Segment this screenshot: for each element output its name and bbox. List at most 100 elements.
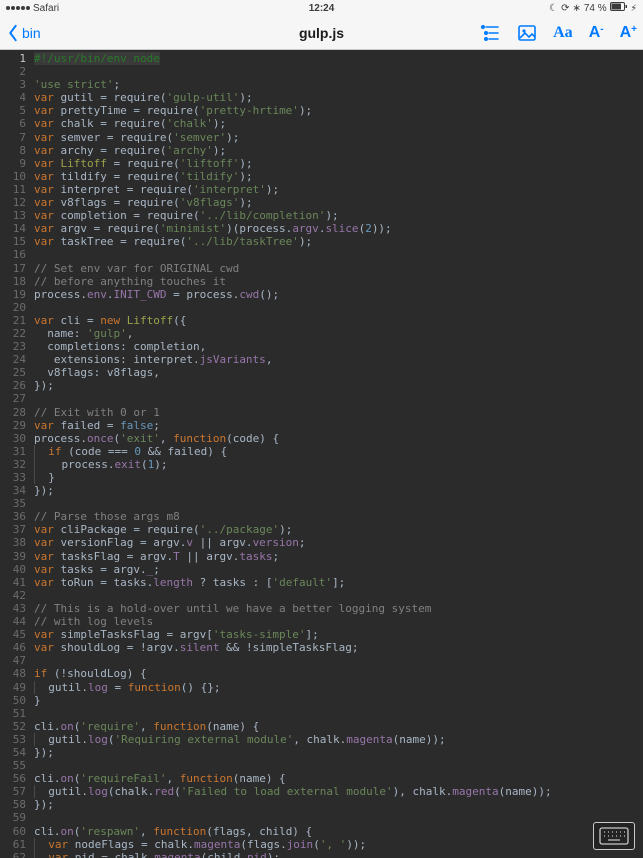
code-line[interactable]: 8var archy = require('archy');	[0, 144, 643, 157]
code-line[interactable]: 56cli.on('requireFail', function(name) {	[0, 772, 643, 785]
code-line[interactable]: 33 }	[0, 471, 643, 484]
code-line[interactable]: 12var v8flags = require('v8flags');	[0, 196, 643, 209]
code-content: var tildify = require('tildify');	[32, 170, 643, 183]
line-number: 20	[0, 301, 32, 314]
line-number: 35	[0, 497, 32, 510]
code-line[interactable]: 49 gutil.log = function() {};	[0, 681, 643, 694]
code-content	[32, 811, 643, 824]
code-line[interactable]: 11var interpret = require('interpret');	[0, 183, 643, 196]
code-line[interactable]: 35	[0, 497, 643, 510]
code-line[interactable]: 52cli.on('require', function(name) {	[0, 720, 643, 733]
line-number: 53	[0, 733, 32, 746]
rotation-lock-icon: ⟳	[561, 3, 569, 14]
code-line[interactable]: 57 gutil.log(chalk.red('Failed to load e…	[0, 785, 643, 798]
back-to-app-label[interactable]: Safari	[33, 3, 59, 14]
line-number: 23	[0, 340, 32, 353]
code-line[interactable]: 5var prettyTime = require('pretty-hrtime…	[0, 104, 643, 117]
code-line[interactable]: 4var gutil = require('gulp-util');	[0, 91, 643, 104]
code-content: });	[32, 484, 643, 497]
outline-list-button[interactable]	[481, 23, 501, 43]
code-line[interactable]: 58});	[0, 798, 643, 811]
code-line[interactable]: 1 #!/usr/bin/env node	[0, 52, 643, 65]
line-number: 4	[0, 91, 32, 104]
code-line[interactable]: 3'use strict';	[0, 78, 643, 91]
code-line[interactable]: 36// Parse those args m8	[0, 510, 643, 523]
code-line[interactable]: 21var cli = new Liftoff({	[0, 314, 643, 327]
code-line[interactable]: 61 var nodeFlags = chalk.magenta(flags.j…	[0, 838, 643, 851]
code-line[interactable]: 34});	[0, 484, 643, 497]
code-line[interactable]: 48if (!shouldLog) {	[0, 667, 643, 680]
code-line[interactable]: 44// with log levels	[0, 615, 643, 628]
line-number: 44	[0, 615, 32, 628]
font-button[interactable]: Aa	[553, 24, 573, 42]
code-line[interactable]: 13var completion = require('../lib/compl…	[0, 209, 643, 222]
signal-dots-icon	[6, 6, 30, 10]
code-line[interactable]: 10var tildify = require('tildify');	[0, 170, 643, 183]
code-line[interactable]: 26});	[0, 379, 643, 392]
code-line[interactable]: 18// before anything touches it	[0, 275, 643, 288]
line-number: 38	[0, 536, 32, 549]
preview-image-button[interactable]	[517, 23, 537, 43]
code-content: cli.on('requireFail', function(name) {	[32, 772, 643, 785]
code-line[interactable]: 43// This is a hold-over until we have a…	[0, 602, 643, 615]
code-line[interactable]: 60cli.on('respawn', function(flags, chil…	[0, 825, 643, 838]
code-content: // before anything touches it	[32, 275, 643, 288]
code-line[interactable]: 59	[0, 811, 643, 824]
code-line[interactable]: 23 completions: completion,	[0, 340, 643, 353]
code-content: });	[32, 379, 643, 392]
code-line[interactable]: 25 v8flags: v8flags,	[0, 366, 643, 379]
show-keyboard-button[interactable]	[593, 822, 635, 850]
code-line[interactable]: 47	[0, 654, 643, 667]
code-line[interactable]: 7var semver = require('semver');	[0, 131, 643, 144]
code-line[interactable]: 14var argv = require('minimist')(process…	[0, 222, 643, 235]
code-line[interactable]: 50}	[0, 694, 643, 707]
code-line[interactable]: 9var Liftoff = require('liftoff');	[0, 157, 643, 170]
code-line[interactable]: 22 name: 'gulp',	[0, 327, 643, 340]
code-line[interactable]: 46var shouldLog = !argv.silent && !simpl…	[0, 641, 643, 654]
code-line[interactable]: 17// Set env var for ORIGINAL cwd	[0, 262, 643, 275]
code-content: cli.on('require', function(name) {	[32, 720, 643, 733]
line-number: 12	[0, 196, 32, 209]
code-content: var cli = new Liftoff({	[32, 314, 643, 327]
code-line[interactable]: 30process.once('exit', function(code) {	[0, 432, 643, 445]
code-line[interactable]: 27	[0, 392, 643, 405]
code-line[interactable]: 15var taskTree = require('../lib/taskTre…	[0, 235, 643, 248]
code-line[interactable]: 53 gutil.log('Requiring external module'…	[0, 733, 643, 746]
code-line[interactable]: 31 if (code === 0 && failed) {	[0, 445, 643, 458]
code-line[interactable]: 42	[0, 589, 643, 602]
code-line[interactable]: 45var simpleTasksFlag = argv['tasks-simp…	[0, 628, 643, 641]
code-line[interactable]: 19process.env.INIT_CWD = process.cwd();	[0, 288, 643, 301]
line-number: 1	[0, 52, 32, 65]
code-line[interactable]: 39var tasksFlag = argv.T || argv.tasks;	[0, 550, 643, 563]
code-line[interactable]: 55	[0, 759, 643, 772]
code-content: 'use strict';	[32, 78, 643, 91]
code-line[interactable]: 28// Exit with 0 or 1	[0, 406, 643, 419]
line-number: 47	[0, 654, 32, 667]
code-line[interactable]: 6var chalk = require('chalk');	[0, 117, 643, 130]
code-line[interactable]: 51	[0, 707, 643, 720]
code-line[interactable]: 41var toRun = tasks.length ? tasks : ['d…	[0, 576, 643, 589]
code-line[interactable]: 54});	[0, 746, 643, 759]
clock: 12:24	[309, 3, 335, 14]
code-line[interactable]: 37var cliPackage = require('../package')…	[0, 523, 643, 536]
code-line[interactable]: 32 process.exit(1);	[0, 458, 643, 471]
code-content: var simpleTasksFlag = argv['tasks-simple…	[32, 628, 643, 641]
code-line[interactable]: 20	[0, 301, 643, 314]
code-line[interactable]: 38var versionFlag = argv.v || argv.versi…	[0, 536, 643, 549]
code-content: completions: completion,	[32, 340, 643, 353]
code-line[interactable]: 2	[0, 65, 643, 78]
back-button[interactable]: bin	[6, 24, 41, 42]
code-editor[interactable]: 1 #!/usr/bin/env node2 3'use strict';4va…	[0, 50, 643, 858]
code-line[interactable]: 24 extensions: interpret.jsVariants,	[0, 353, 643, 366]
code-line[interactable]: 29var failed = false;	[0, 419, 643, 432]
code-line[interactable]: 16	[0, 248, 643, 261]
code-content: var gutil = require('gulp-util');	[32, 91, 643, 104]
code-content: });	[32, 746, 643, 759]
font-smaller-button[interactable]: A-	[589, 24, 604, 42]
code-line[interactable]: 62 var pid = chalk.magenta(child.pid);	[0, 851, 643, 858]
line-number: 17	[0, 262, 32, 275]
code-content	[32, 589, 643, 602]
code-line[interactable]: 40var tasks = argv._;	[0, 563, 643, 576]
font-bigger-button[interactable]: A+	[620, 24, 637, 42]
line-number: 10	[0, 170, 32, 183]
